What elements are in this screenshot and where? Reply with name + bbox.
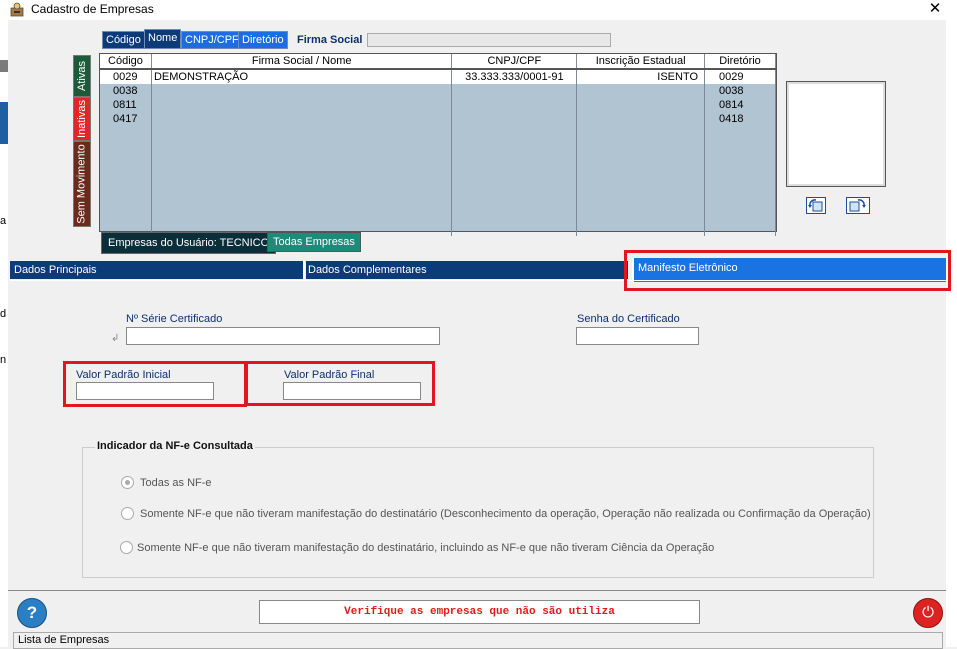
side-tab-label: Ativas [76,61,88,91]
cell-nome: DEMONSTRAÇÃO [151,69,453,84]
power-button[interactable]: ⏻ [913,598,943,628]
background-char: a [0,215,7,227]
cell-codigo: 0811 [100,98,152,112]
side-tab-sem-movimento[interactable]: Sem Movimento [73,141,91,227]
cell-codigo: 0417 [100,112,152,126]
grid-tab-todas[interactable]: Todas Empresas [267,232,361,252]
background-char: d [0,308,7,320]
section-tab-dados-complementares[interactable]: Dados Complementares [306,261,628,279]
pointer-hint-icon: ↲ [111,333,120,344]
right-window-edge [946,20,957,647]
serie-certificado-input[interactable] [126,327,440,345]
companies-grid[interactable]: Código Firma Social / Nome CNPJ/CPF Insc… [99,53,777,236]
firma-search-input[interactable] [367,33,611,47]
cell-cnpj [451,84,578,98]
side-tab-label: Inativas [76,100,89,138]
radio-todas-nfe[interactable] [121,476,134,489]
cell-ie [576,112,706,126]
highlight-box-manifesto [624,250,951,291]
valor-padrao-final-label: Valor Padrão Final [284,369,375,381]
side-tab-label: Sem Movimento [76,144,89,224]
cell-codigo: 0038 [100,84,152,98]
valor-padrao-inicial-label: Valor Padrão Inicial [76,369,171,381]
column-header-ie[interactable]: Inscrição Estadual [576,54,706,70]
indicator-group-title: Indicador da NF-e Consultada [95,440,255,452]
cell-codigo: 0029 [100,69,152,84]
search-tab-diretorio[interactable]: Diretório [238,31,288,49]
cell-cnpj: 33.333.333/0001-91 [451,69,578,84]
search-tab-nome[interactable]: Nome [144,29,182,49]
column-header-diretorio[interactable]: Diretório [704,54,776,70]
close-icon[interactable]: ✕ [924,0,946,18]
radio-label: Somente NF-e que não tiveram manifestaçã… [140,508,871,520]
company-logo-box[interactable] [786,81,886,187]
grid-tab-usuario[interactable]: Empresas do Usuário: TECNICO [101,232,277,254]
table-row[interactable]: 0038 0038 [100,84,776,98]
rotate-left-icon[interactable] [806,197,826,214]
side-tab-inativas[interactable]: Inativas [73,97,91,141]
background-char: n [0,354,7,366]
senha-certificado-label: Senha do Certificado [577,313,680,325]
table-row[interactable]: 0417 0418 [100,112,776,126]
firma-search-label: Firma Social [297,34,363,46]
background-edge-mark [0,60,8,72]
status-bar-text: Lista de Empresas [18,634,110,646]
footer-divider [8,590,946,591]
valor-padrao-final-input[interactable] [283,382,421,400]
table-row[interactable]: 0811 0814 [100,98,776,112]
side-tab-ativas[interactable]: Ativas [73,55,91,97]
rotate-right-icon[interactable] [846,197,870,214]
cell-nome [151,98,453,112]
radio-label: Todas as NF-e [140,477,212,489]
cell-cnpj [451,98,578,112]
cell-ie [576,84,706,98]
window-title: Cadastro de Empresas [31,2,154,16]
table-row[interactable]: 0029 DEMONSTRAÇÃO 33.333.333/0001-91 ISE… [100,69,776,84]
column-header-cnpj[interactable]: CNPJ/CPF [451,54,578,70]
status-message: Verifique as empresas que não são utiliz… [259,600,700,624]
senha-certificado-input[interactable] [576,327,699,345]
serie-certificado-label: Nº Série Certificado [126,313,223,325]
cell-diretorio: 0029 [704,69,776,84]
section-tab-dados-principais[interactable]: Dados Principais [10,261,305,279]
grid-header-row: Código Firma Social / Nome CNPJ/CPF Insc… [100,54,776,70]
search-tab-cnpj[interactable]: CNPJ/CPF [181,31,243,49]
background-window-edge: a d n [0,20,8,647]
status-bar [13,632,943,649]
search-tab-codigo[interactable]: Código [102,31,145,49]
cell-ie: ISENTO [576,69,706,84]
cell-diretorio: 0814 [704,98,776,112]
background-edge-highlight [0,102,8,144]
help-button[interactable]: ? [17,598,47,628]
cell-nome [151,84,453,98]
column-header-nome[interactable]: Firma Social / Nome [151,54,453,70]
radio-sem-manifestacao-ciencia[interactable] [120,541,133,554]
radio-sem-manifestacao[interactable] [121,507,134,520]
app-icon [10,2,24,17]
radio-label: Somente NF-e que não tiveram manifestaçã… [137,542,715,554]
cell-diretorio: 0418 [704,112,776,126]
column-header-codigo[interactable]: Código [100,54,152,70]
cell-diretorio: 0038 [704,84,776,98]
cell-nome [151,112,453,126]
valor-padrao-inicial-input[interactable] [76,382,214,400]
cell-ie [576,98,706,112]
cell-cnpj [451,112,578,126]
table-row-empty [100,126,776,236]
